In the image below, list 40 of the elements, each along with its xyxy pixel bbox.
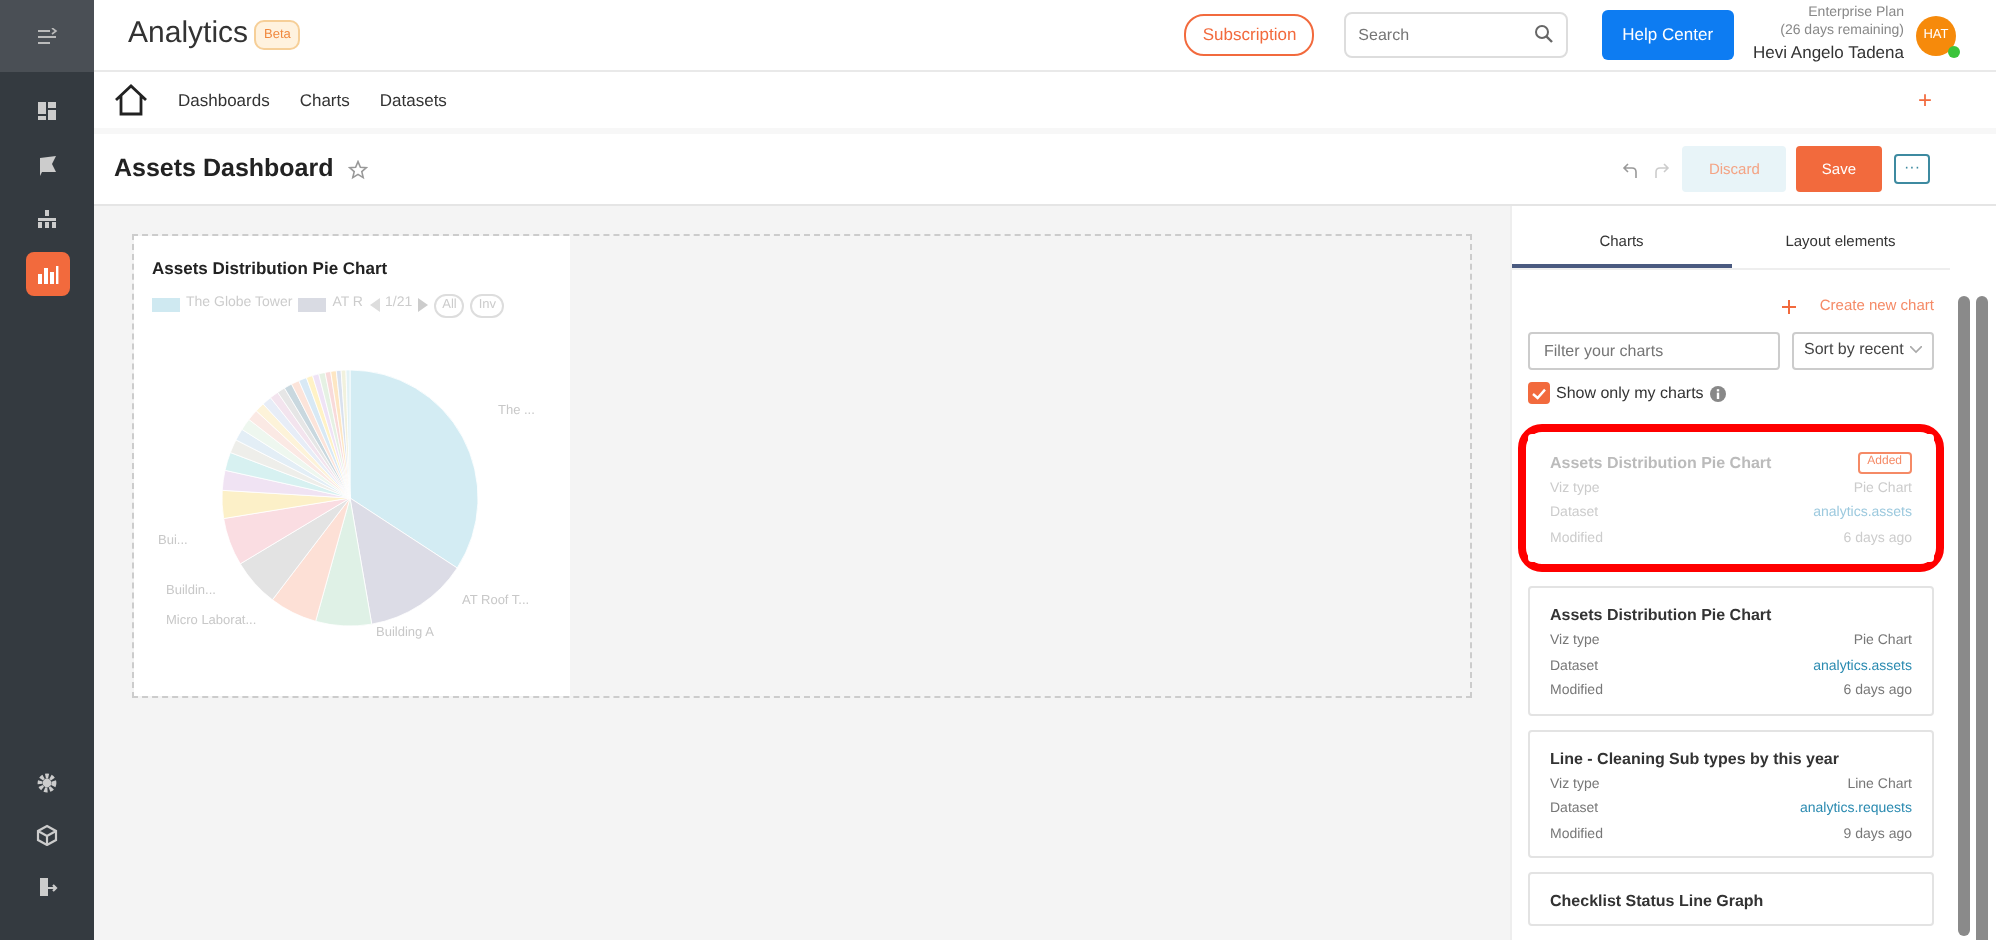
filter-field[interactable]: Filter your charts <box>1528 331 1780 369</box>
checkbox-label: Show only my charts <box>1556 381 1704 405</box>
search-field[interactable]: Search <box>1344 12 1569 58</box>
undo-icon[interactable] <box>1622 161 1639 177</box>
hierarchy-icon[interactable] <box>35 208 59 232</box>
menu-icon[interactable] <box>36 27 58 45</box>
chart-title: Assets Distribution Pie Chart <box>152 256 390 282</box>
scrollbar[interactable] <box>1958 296 1970 936</box>
next-icon[interactable] <box>418 298 429 313</box>
nav-link[interactable]: Datasets <box>379 87 447 113</box>
plus-icon[interactable] <box>1781 299 1796 314</box>
nav-link[interactable]: Dashboards <box>178 87 270 113</box>
add-menu-button[interactable]: + <box>1917 82 1932 118</box>
info-icon <box>1709 385 1726 401</box>
settings-icon[interactable] <box>36 771 58 793</box>
search-icon[interactable] <box>1534 24 1555 44</box>
card-title: Assets Distribution Pie Chart <box>1550 604 1772 628</box>
flag-icon[interactable] <box>35 154 59 178</box>
help-center-button[interactable]: Help Center <box>1602 10 1734 60</box>
chevron-down-icon <box>1910 346 1922 354</box>
star-icon[interactable] <box>347 159 368 179</box>
redo-icon[interactable] <box>1654 161 1671 177</box>
subscription-button[interactable]: Subscription <box>1184 14 1315 56</box>
dashboard-title: Assets Dashboard <box>114 152 334 187</box>
cube-icon[interactable] <box>36 823 58 845</box>
card-title: Assets Distribution Pie Chart <box>1550 451 1772 475</box>
logout-icon[interactable] <box>36 875 58 897</box>
nav-link[interactable]: Charts <box>299 87 350 113</box>
user-name: Hevi Angelo Tadena <box>1753 41 1904 64</box>
dashboard-icon[interactable] <box>35 100 59 124</box>
card-title: Line - Cleaning Sub types by this year <box>1550 747 1839 771</box>
bar-chart-icon[interactable] <box>35 262 59 286</box>
sort-dropdown[interactable]: Sort by recent <box>1792 331 1934 369</box>
scrollbar[interactable] <box>1976 296 1988 940</box>
checkbox[interactable] <box>1528 382 1550 404</box>
chart-list-card[interactable]: Checklist Status Line Graph <box>1528 872 1934 926</box>
home-icon[interactable] <box>114 84 148 116</box>
app-title: Analytics <box>128 14 249 55</box>
card-title: Checklist Status Line Graph <box>1550 890 1764 914</box>
more-options-button[interactable]: ··· <box>1894 154 1930 184</box>
